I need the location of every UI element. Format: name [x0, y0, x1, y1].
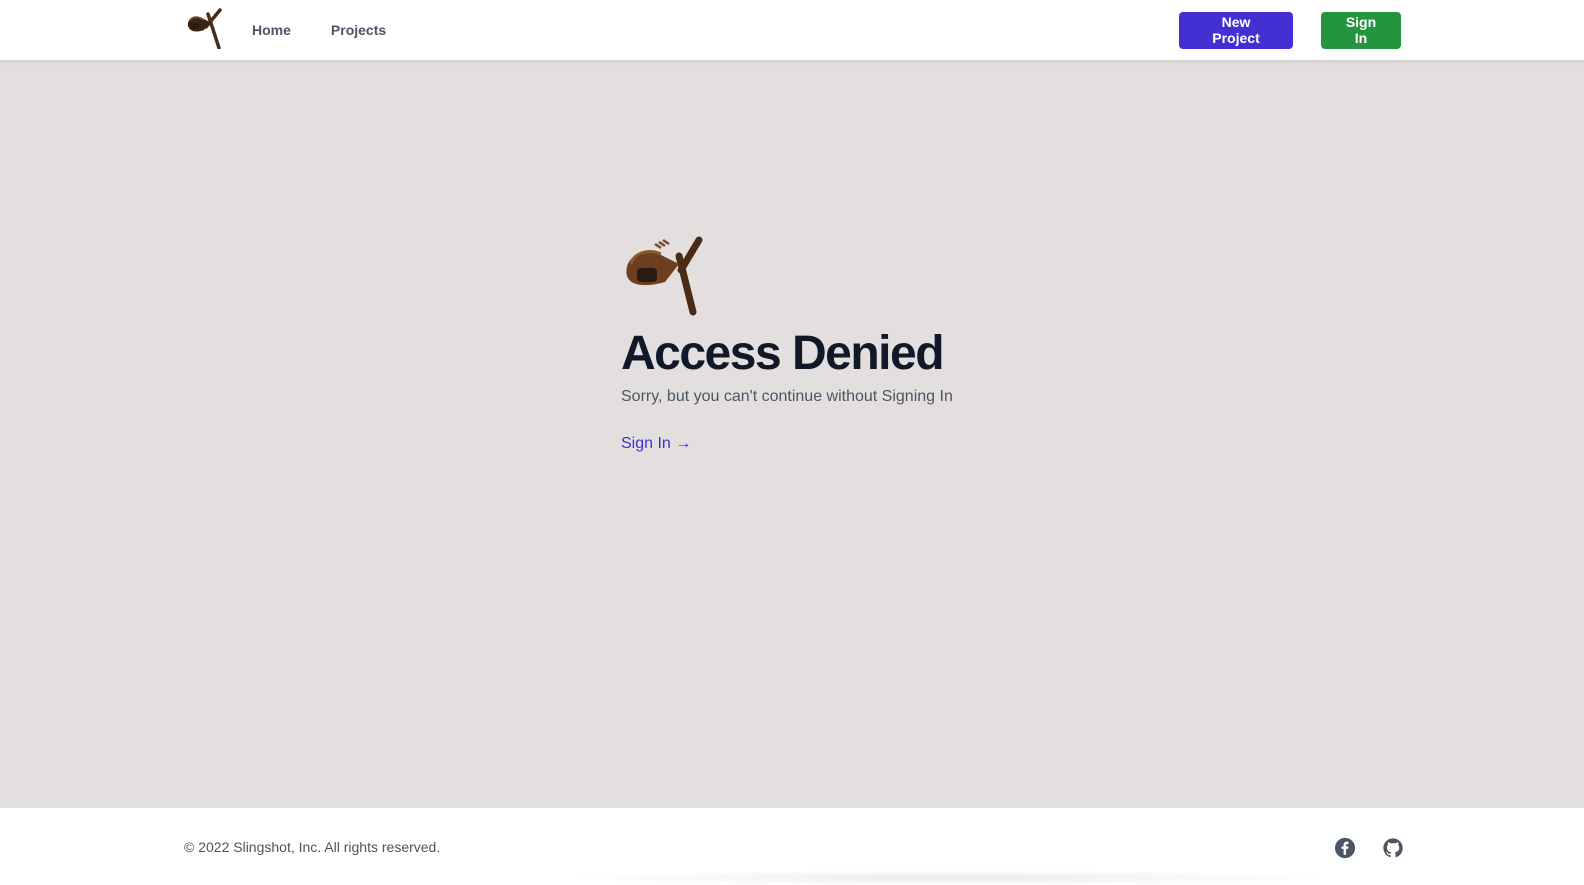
github-icon[interactable]: [1382, 837, 1404, 859]
page: Home Projects New Project Sign In Access…: [0, 0, 1584, 885]
main-content: Access Denied Sorry, but you can't conti…: [0, 60, 1584, 808]
top-navbar: Home Projects New Project Sign In: [0, 0, 1584, 60]
footer-shadow: [560, 870, 1340, 885]
nav-projects-link[interactable]: Projects: [331, 22, 386, 38]
header-sign-in-button[interactable]: Sign In: [1321, 11, 1401, 49]
new-project-button[interactable]: New Project: [1179, 11, 1293, 49]
footer: © 2022 Slingshot, Inc. All rights reserv…: [0, 808, 1584, 885]
access-denied-panel: Access Denied Sorry, but you can't conti…: [621, 234, 1041, 454]
copyright-text: © 2022 Slingshot, Inc. All rights reserv…: [184, 839, 441, 855]
main-nav: Home Projects: [252, 22, 386, 38]
social-links: [1334, 837, 1404, 859]
nav-home-link[interactable]: Home: [252, 22, 291, 38]
navbar-inner: Home Projects New Project Sign In: [184, 0, 1401, 60]
page-title: Access Denied: [621, 327, 945, 380]
sign-in-link[interactable]: Sign In →: [621, 434, 691, 454]
slingshot-logo-icon: [626, 236, 703, 316]
slingshot-logo-icon[interactable]: [184, 7, 226, 49]
facebook-icon[interactable]: [1334, 837, 1356, 859]
page-subtitle: Sorry, but you can't continue without Si…: [621, 388, 953, 405]
